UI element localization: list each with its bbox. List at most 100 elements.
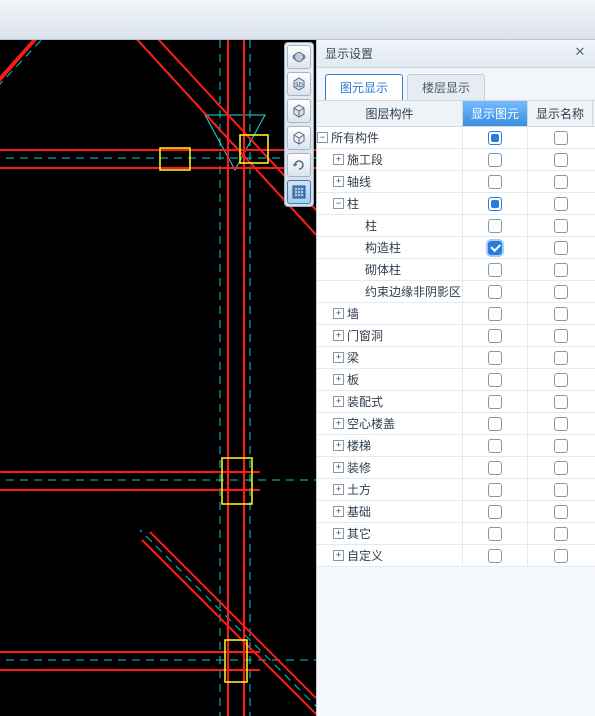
expand-icon[interactable]: + xyxy=(333,418,344,429)
tree-cell-name[interactable]: +其它 xyxy=(317,523,463,544)
tree-cell-name[interactable]: 约束边缘非阴影区 xyxy=(317,281,463,302)
show-name-cell[interactable] xyxy=(528,501,593,522)
show-name-cell[interactable] xyxy=(528,347,593,368)
show-element-cell[interactable] xyxy=(463,237,528,258)
tree-row[interactable]: +墙 xyxy=(317,303,595,325)
show-name-cell[interactable] xyxy=(528,281,593,302)
checkbox[interactable] xyxy=(554,263,568,277)
expand-icon[interactable]: + xyxy=(333,374,344,385)
show-element-cell[interactable] xyxy=(463,391,528,412)
tree-cell-name[interactable]: +施工段 xyxy=(317,149,463,170)
layer-tree-grid[interactable]: 图层构件 显示图元 显示名称 −所有构件+施工段+轴线−柱柱构造柱砌体柱约束边缘… xyxy=(317,100,595,716)
checkbox[interactable] xyxy=(488,461,502,475)
tree-row[interactable]: −所有构件 xyxy=(317,127,595,149)
tree-row[interactable]: +装修 xyxy=(317,457,595,479)
tree-row[interactable]: +施工段 xyxy=(317,149,595,171)
rotate-tool[interactable] xyxy=(287,153,311,177)
col-show-label[interactable]: 显示名称 xyxy=(528,101,593,126)
tree-row[interactable]: +板 xyxy=(317,369,595,391)
show-element-cell[interactable] xyxy=(463,149,528,170)
checkbox[interactable] xyxy=(554,241,568,255)
expand-icon[interactable]: + xyxy=(333,352,344,363)
tree-row[interactable]: +其它 xyxy=(317,523,595,545)
tree-cell-name[interactable]: +装修 xyxy=(317,457,463,478)
iso-tool[interactable]: 3D xyxy=(287,72,311,96)
checkbox[interactable] xyxy=(488,351,502,365)
checkbox[interactable] xyxy=(488,395,502,409)
tree-row[interactable]: +梁 xyxy=(317,347,595,369)
tree-cell-name[interactable]: 砌体柱 xyxy=(317,259,463,280)
checkbox[interactable] xyxy=(488,153,502,167)
show-element-cell[interactable] xyxy=(463,545,528,566)
checkbox[interactable] xyxy=(554,483,568,497)
checkbox[interactable] xyxy=(488,373,502,387)
expand-icon[interactable]: + xyxy=(333,484,344,495)
checkbox[interactable] xyxy=(554,175,568,189)
tree-row[interactable]: 构造柱 xyxy=(317,237,595,259)
show-name-cell[interactable] xyxy=(528,149,593,170)
checkbox[interactable] xyxy=(488,329,502,343)
tree-cell-name[interactable]: +基础 xyxy=(317,501,463,522)
expand-icon[interactable]: + xyxy=(333,176,344,187)
tree-cell-name[interactable]: 构造柱 xyxy=(317,237,463,258)
checkbox[interactable] xyxy=(554,417,568,431)
checkbox[interactable] xyxy=(554,285,568,299)
tree-cell-name[interactable]: +墙 xyxy=(317,303,463,324)
checkbox[interactable] xyxy=(554,329,568,343)
tree-row[interactable]: +土方 xyxy=(317,479,595,501)
tree-cell-name[interactable]: −柱 xyxy=(317,193,463,214)
show-name-cell[interactable] xyxy=(528,325,593,346)
show-name-cell[interactable] xyxy=(528,259,593,280)
tree-row[interactable]: +自定义 xyxy=(317,545,595,567)
tree-row[interactable]: 柱 xyxy=(317,215,595,237)
checkbox[interactable] xyxy=(488,307,502,321)
checkbox[interactable] xyxy=(554,549,568,563)
tree-cell-name[interactable]: 柱 xyxy=(317,215,463,236)
show-name-cell[interactable] xyxy=(528,193,593,214)
show-name-cell[interactable] xyxy=(528,545,593,566)
tree-row[interactable]: +门窗洞 xyxy=(317,325,595,347)
checkbox[interactable] xyxy=(488,241,502,255)
tree-row[interactable]: −柱 xyxy=(317,193,595,215)
show-name-cell[interactable] xyxy=(528,369,593,390)
show-element-cell[interactable] xyxy=(463,325,528,346)
show-element-cell[interactable] xyxy=(463,281,528,302)
checkbox[interactable] xyxy=(488,175,502,189)
expand-icon[interactable]: + xyxy=(333,528,344,539)
checkbox[interactable] xyxy=(488,483,502,497)
checkbox[interactable] xyxy=(554,197,568,211)
show-element-cell[interactable] xyxy=(463,435,528,456)
col-show-element[interactable]: 显示图元 xyxy=(463,101,528,126)
expand-icon[interactable]: + xyxy=(333,550,344,561)
checkbox[interactable] xyxy=(488,439,502,453)
show-name-cell[interactable] xyxy=(528,215,593,236)
expand-icon[interactable]: + xyxy=(333,154,344,165)
tree-row[interactable]: 约束边缘非阴影区 xyxy=(317,281,595,303)
close-panel-button[interactable]: ✕ xyxy=(571,44,589,62)
show-element-cell[interactable] xyxy=(463,127,528,148)
tree-row[interactable]: +楼梯 xyxy=(317,435,595,457)
checkbox[interactable] xyxy=(488,417,502,431)
expand-icon[interactable]: + xyxy=(333,440,344,451)
checkbox[interactable] xyxy=(488,263,502,277)
tree-row[interactable]: 砌体柱 xyxy=(317,259,595,281)
show-element-cell[interactable] xyxy=(463,457,528,478)
checkbox[interactable] xyxy=(554,505,568,519)
display-settings-tool[interactable] xyxy=(287,180,311,204)
checkbox[interactable] xyxy=(554,219,568,233)
show-name-cell[interactable] xyxy=(528,127,593,148)
show-element-cell[interactable] xyxy=(463,193,528,214)
tree-cell-name[interactable]: −所有构件 xyxy=(317,127,463,148)
cube-wire-tool[interactable] xyxy=(287,126,311,150)
show-element-cell[interactable] xyxy=(463,171,528,192)
show-name-cell[interactable] xyxy=(528,413,593,434)
cube-solid-tool[interactable] xyxy=(287,99,311,123)
show-name-cell[interactable] xyxy=(528,435,593,456)
show-element-cell[interactable] xyxy=(463,369,528,390)
tree-row[interactable]: +基础 xyxy=(317,501,595,523)
tree-cell-name[interactable]: +自定义 xyxy=(317,545,463,566)
checkbox[interactable] xyxy=(488,527,502,541)
tree-cell-name[interactable]: +轴线 xyxy=(317,171,463,192)
checkbox[interactable] xyxy=(488,285,502,299)
checkbox[interactable] xyxy=(554,307,568,321)
